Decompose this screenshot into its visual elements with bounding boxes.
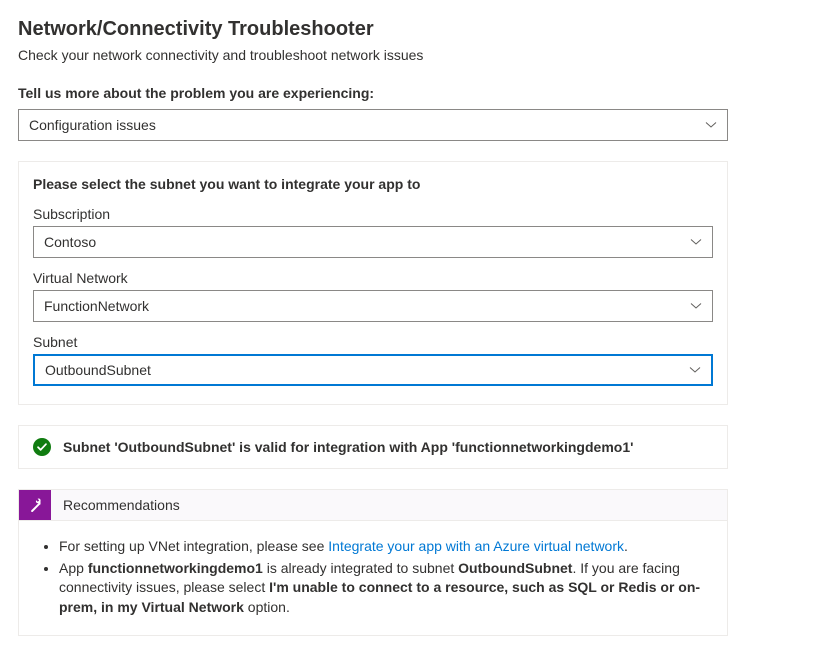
recommendations-body: For setting up VNet integration, please … (19, 521, 727, 635)
subnet-label: Subnet (33, 334, 713, 350)
chevron-down-icon (689, 364, 701, 376)
recommendations-panel: Recommendations For setting up VNet inte… (18, 489, 728, 636)
vnet-label: Virtual Network (33, 270, 713, 286)
subnet-dropdown[interactable]: OutboundSubnet (33, 354, 713, 386)
subnet-panel: Please select the subnet you want to int… (18, 161, 728, 405)
chevron-down-icon (690, 236, 702, 248)
rec1-prefix: For setting up VNet integration, please … (59, 538, 328, 554)
recommendations-icon-box (19, 490, 51, 520)
subscription-value: Contoso (44, 234, 96, 250)
subscription-dropdown[interactable]: Contoso (33, 226, 713, 258)
problem-dropdown[interactable]: Configuration issues (18, 109, 728, 141)
rec2-prefix: App (59, 560, 88, 576)
status-panel: Subnet 'OutboundSubnet' is valid for int… (18, 425, 728, 469)
rec2-mid1: is already integrated to subnet (263, 560, 458, 576)
subnet-panel-heading: Please select the subnet you want to int… (33, 176, 713, 192)
vnet-integration-link[interactable]: Integrate your app with an Azure virtual… (328, 538, 624, 554)
chevron-down-icon (705, 119, 717, 131)
recommendation-item-2: App functionnetworkingdemo1 is already i… (59, 559, 709, 618)
success-check-icon (33, 438, 51, 456)
recommendation-item-1: For setting up VNet integration, please … (59, 537, 709, 557)
rec2-subnet-name: OutboundSubnet (458, 560, 572, 576)
problem-dropdown-value: Configuration issues (29, 117, 156, 133)
vnet-dropdown[interactable]: FunctionNetwork (33, 290, 713, 322)
rec1-suffix: . (624, 538, 628, 554)
subnet-value: OutboundSubnet (45, 362, 151, 378)
chevron-down-icon (690, 300, 702, 312)
status-text: Subnet 'OutboundSubnet' is valid for int… (63, 439, 633, 455)
rec2-app-name: functionnetworkingdemo1 (88, 560, 263, 576)
recommendations-title: Recommendations (51, 490, 192, 520)
recommendations-header: Recommendations (19, 490, 727, 521)
vnet-value: FunctionNetwork (44, 298, 149, 314)
subscription-label: Subscription (33, 206, 713, 222)
wrench-icon (27, 497, 43, 513)
problem-label: Tell us more about the problem you are e… (18, 85, 809, 101)
page-subtitle: Check your network connectivity and trou… (18, 47, 809, 63)
page-title: Network/Connectivity Troubleshooter (18, 18, 809, 41)
rec2-suffix: option. (244, 599, 290, 615)
